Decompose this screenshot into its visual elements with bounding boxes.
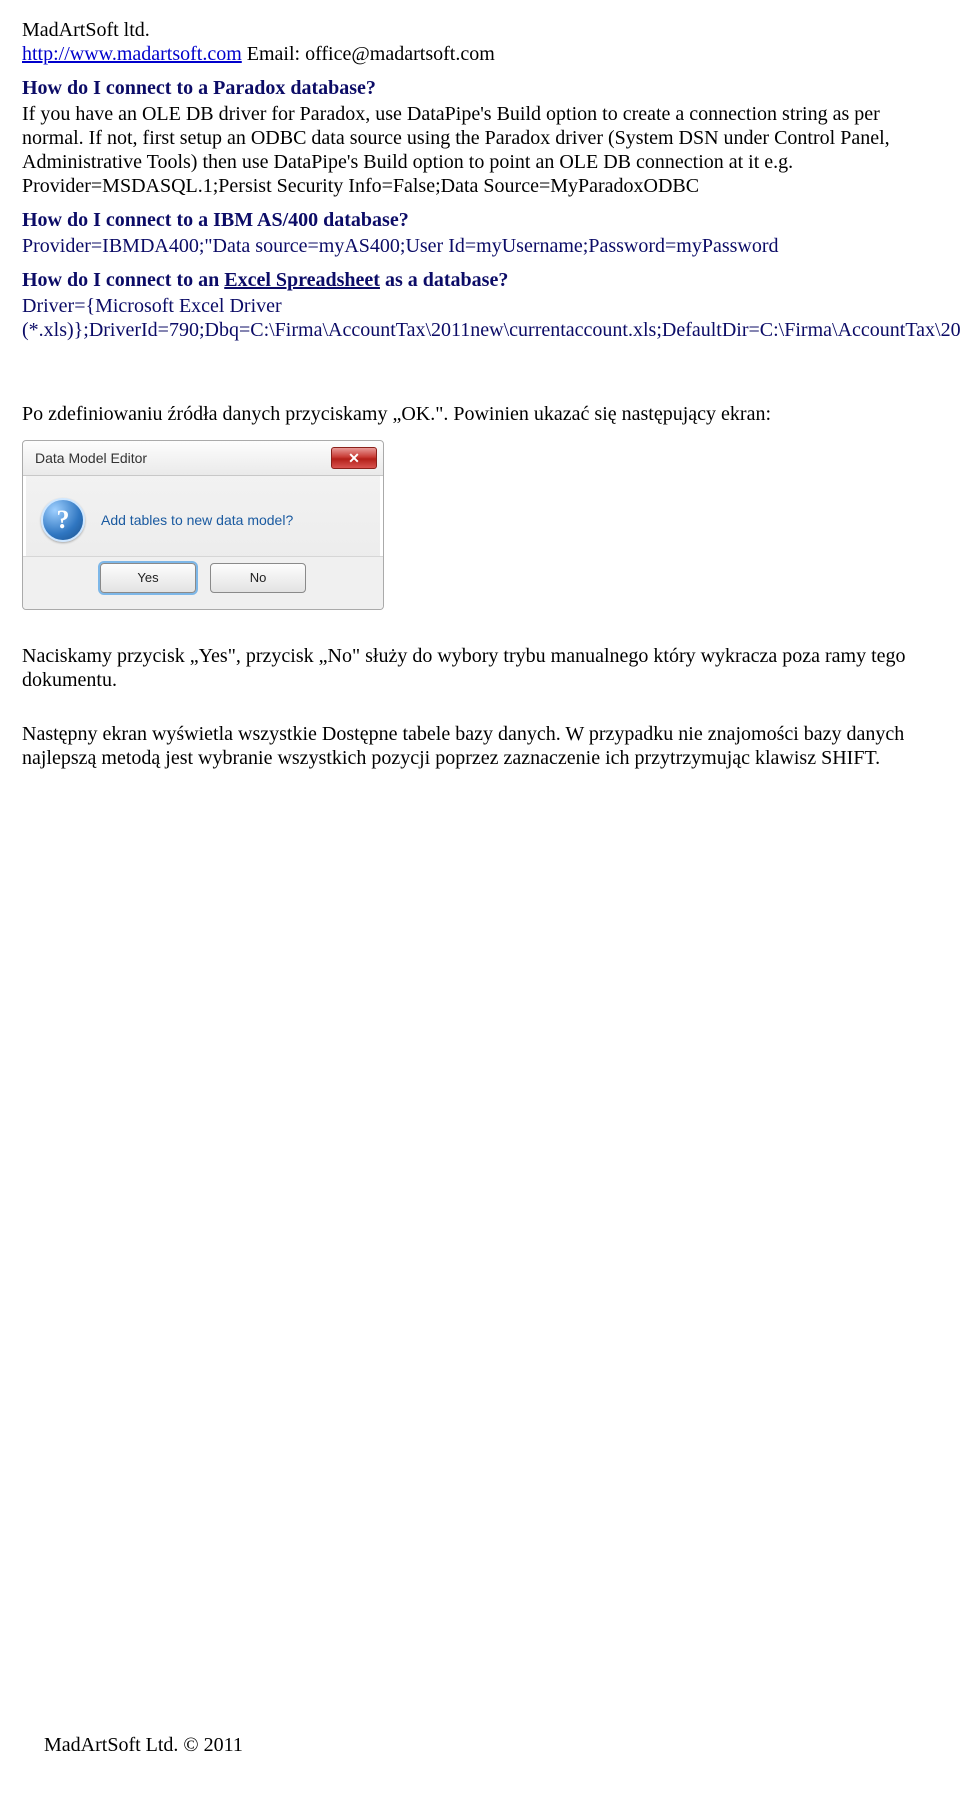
dialog-titlebar: Data Model Editor ✕ <box>23 441 383 476</box>
question-as400: How do I connect to a IBM AS/400 databas… <box>22 208 938 232</box>
dialog-buttons: Yes No <box>23 556 383 609</box>
company-url[interactable]: http://www.madartsoft.com <box>22 43 242 65</box>
no-button[interactable]: No <box>210 563 306 593</box>
answer-excel: Driver={Microsoft Excel Driver (*.xls)};… <box>22 294 938 342</box>
question-excel-link: Excel Spreadsheet <box>224 269 380 291</box>
question-icon: ? <box>41 498 85 542</box>
data-model-editor-dialog: Data Model Editor ✕ ? Add tables to new … <box>22 440 384 610</box>
dialog-message: Add tables to new data model? <box>101 512 293 529</box>
answer-paradox: If you have an OLE DB driver for Paradox… <box>22 102 938 198</box>
close-button[interactable]: ✕ <box>331 447 377 469</box>
question-excel: How do I connect to an Excel Spreadsheet… <box>22 268 938 292</box>
paragraph-next-screen: Następny ekran wyświetla wszystkie Dostę… <box>22 722 938 770</box>
close-icon: ✕ <box>348 450 360 467</box>
question-paradox: How do I connect to a Paradox database? <box>22 76 938 100</box>
dialog-body: ? Add tables to new data model? <box>23 476 383 556</box>
paragraph-yes-no: Naciskamy przycisk „Yes", przycisk „No" … <box>22 644 938 692</box>
yes-button[interactable]: Yes <box>100 563 196 593</box>
company-email: Email: office@madartsoft.com <box>242 43 495 65</box>
page-footer: MadArtSoft Ltd. © 2011 <box>44 1733 243 1757</box>
question-excel-pre: How do I connect to an <box>22 269 224 291</box>
dialog-title-text: Data Model Editor <box>35 450 147 467</box>
question-excel-post: as a database? <box>380 269 508 291</box>
company-name: MadArtSoft ltd. <box>22 18 938 42</box>
company-contact: http://www.madartsoft.com Email: office@… <box>22 42 938 66</box>
paragraph-after-ok: Po zdefiniowaniu źródła danych przyciska… <box>22 402 938 426</box>
answer-as400: Provider=IBMDA400;"Data source=myAS400;U… <box>22 234 938 258</box>
